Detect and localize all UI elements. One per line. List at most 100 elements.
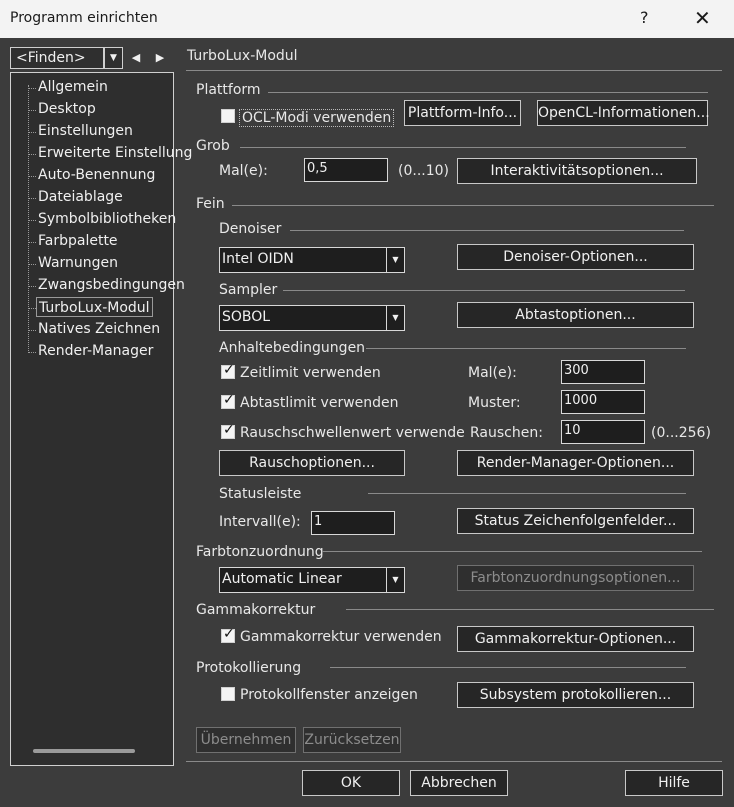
horizontal-scrollbar[interactable] [13, 741, 173, 761]
ocl-label[interactable]: OCL-Modi verwenden [239, 109, 395, 127]
log-window-label[interactable]: Protokollfenster anzeigen [240, 687, 418, 703]
divider [346, 609, 714, 610]
sampler-select-value: SOBOL [222, 309, 271, 325]
halt-times-input[interactable]: 300 [561, 360, 645, 384]
panel-title: TurboLux-Modul [187, 48, 298, 64]
apply-button[interactable]: Übernehmen [196, 727, 296, 753]
render-manager-options-button[interactable]: Render-Manager-Optionen... [457, 450, 694, 476]
tree-item[interactable]: Warnungen [36, 253, 120, 273]
tonemap-options-button[interactable]: Farbtonzuordnungsoptionen... [457, 565, 694, 591]
divider [240, 147, 686, 148]
interval-input[interactable]: 1 [311, 511, 395, 535]
grob-times-input[interactable]: 0,5 [304, 158, 388, 182]
next-arrow-icon[interactable]: ▶ [150, 47, 170, 69]
chevron-down-icon[interactable]: ▼ [386, 568, 404, 592]
tree-item[interactable]: Allgemein [36, 77, 110, 97]
help-icon[interactable]: ? [640, 8, 649, 27]
window-title: Programm einrichten [10, 10, 158, 26]
sampler-select[interactable]: SOBOL ▼ [219, 305, 405, 331]
sampler-heading: Sampler [219, 282, 278, 298]
reset-button[interactable]: Zurücksetzen [303, 727, 401, 753]
divider [268, 92, 708, 93]
tree-connector [28, 220, 36, 221]
divider [186, 70, 722, 71]
noise-input[interactable]: 10 [561, 420, 645, 444]
sample-limit-label[interactable]: Abtastlimit verwenden [240, 395, 399, 411]
denoiser-options-button[interactable]: Denoiser-Optionen... [457, 244, 694, 270]
tree-item[interactable]: Farbpalette [36, 231, 120, 251]
tree-connector [28, 308, 36, 309]
opencl-info-button[interactable]: OpenCL-Informationen... [537, 100, 710, 126]
scrollbar-thumb[interactable] [33, 749, 135, 753]
divider [232, 205, 714, 206]
statusbar-heading: Statusleiste [219, 486, 302, 502]
halt-conditions-heading: Anhaltebedingungen [219, 340, 366, 356]
interactivity-options-button[interactable]: Interaktivitätsoptionen... [457, 158, 697, 184]
noise-range-label: (0...256) [651, 425, 711, 441]
help-button[interactable]: Hilfe [625, 770, 723, 796]
tree-item[interactable]: Desktop [36, 99, 98, 119]
tree-connector [28, 176, 36, 177]
tree-item[interactable]: TurboLux-Modul [36, 297, 153, 317]
tree-connector [28, 330, 36, 331]
tree-connector [28, 85, 29, 353]
close-icon[interactable]: ✕ [694, 6, 711, 30]
grob-heading: Grob [196, 138, 230, 154]
tree-connector [28, 198, 36, 199]
status-string-fields-button[interactable]: Status Zeichenfolgenfelder... [457, 508, 694, 534]
divider [368, 493, 686, 494]
tree-connector [28, 110, 36, 111]
cancel-button[interactable]: Abbrechen [410, 770, 508, 796]
tree-connector [28, 88, 36, 89]
tree-item[interactable]: Dateiablage [36, 187, 125, 207]
gamma-options-button[interactable]: Gammakorrektur-Optionen... [457, 626, 694, 652]
tree-item[interactable]: Einstellungen [36, 121, 135, 141]
prev-arrow-icon[interactable]: ◀ [126, 47, 146, 69]
log-window-checkbox[interactable] [221, 687, 235, 701]
tonemap-select-value: Automatic Linear [222, 571, 342, 587]
title-bar: Programm einrichten ? ✕ [0, 0, 734, 38]
chevron-down-icon[interactable]: ▼ [386, 306, 404, 330]
noise-options-button[interactable]: Rauschoptionen... [219, 450, 405, 476]
log-subsystem-button[interactable]: Subsystem protokollieren... [457, 682, 694, 708]
pattern-label: Muster: [468, 395, 521, 411]
denoiser-select[interactable]: Intel OIDN ▼ [219, 247, 405, 273]
halt-times-label: Mal(e): [468, 365, 517, 381]
pattern-input[interactable]: 1000 [561, 390, 645, 414]
tree-connector [28, 264, 36, 265]
noise-threshold-checkbox[interactable] [221, 422, 235, 439]
denoiser-select-value: Intel OIDN [222, 251, 294, 267]
settings-tree[interactable]: Allgemein Desktop Einstellungen Erweiterte … [10, 72, 192, 766]
logging-heading: Protokollierung [196, 660, 302, 676]
tree-item[interactable]: Auto-Benennung [36, 165, 157, 185]
tree-connector [28, 286, 36, 287]
time-limit-label[interactable]: Zeitlimit verwenden [240, 365, 381, 381]
ok-button[interactable]: OK [302, 770, 400, 796]
gamma-label[interactable]: Gammakorrektur verwenden [240, 629, 442, 645]
chevron-down-icon[interactable]: ▼ [104, 47, 123, 69]
tree-item[interactable]: Symbolbibliotheken [36, 209, 178, 229]
plattform-heading: Plattform [196, 82, 261, 98]
plattform-info-button[interactable]: Plattform-Info... [404, 100, 521, 126]
tree-item[interactable]: Zwangsbedingungen [36, 275, 187, 295]
chevron-down-icon[interactable]: ▼ [386, 248, 404, 272]
gamma-heading: Gammakorrektur [196, 602, 316, 618]
sample-limit-checkbox[interactable] [221, 392, 235, 409]
noise-threshold-label[interactable]: Rauschschwellenwert verwende [240, 425, 465, 441]
finder-combobox[interactable]: <Finden> [10, 47, 104, 69]
sampling-options-button[interactable]: Abtastoptionen... [457, 302, 694, 328]
ocl-checkbox[interactable] [221, 109, 235, 123]
tree-item[interactable]: Render-Manager [36, 341, 155, 361]
tree-connector [28, 352, 36, 353]
tree-item[interactable]: Erweiterte Einstellung [36, 143, 194, 163]
gamma-checkbox[interactable] [221, 626, 235, 643]
tree-item[interactable]: Natives Zeichnen [36, 319, 162, 339]
tree-connector [28, 132, 36, 133]
tonemap-select[interactable]: Automatic Linear ▼ [219, 567, 405, 593]
divider [290, 230, 684, 231]
time-limit-checkbox[interactable] [221, 362, 235, 379]
grob-range-label: (0...10) [398, 163, 449, 179]
fein-heading: Fein [196, 196, 225, 212]
divider [366, 348, 686, 349]
divider [186, 761, 722, 762]
